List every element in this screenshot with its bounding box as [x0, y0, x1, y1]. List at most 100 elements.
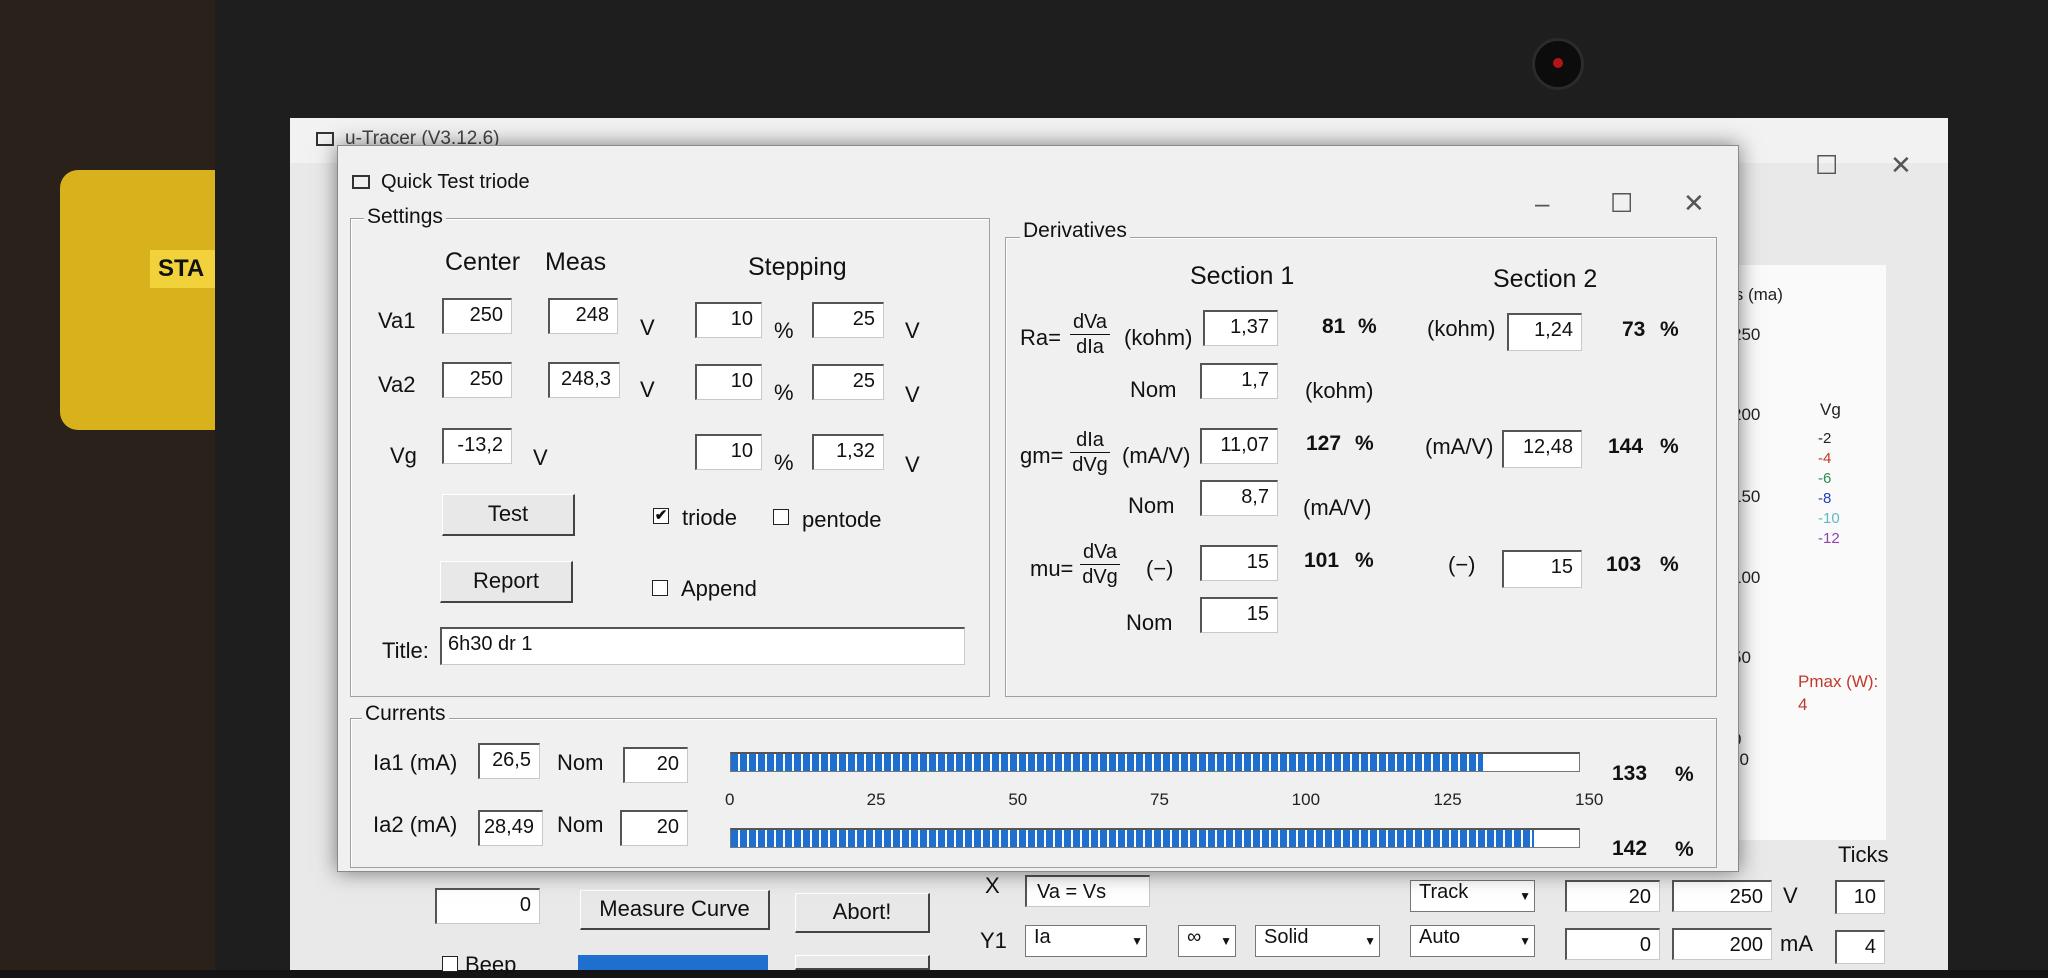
mu-formula: dVa dVg — [1080, 540, 1120, 589]
x-mode-value: Track — [1419, 881, 1469, 903]
y-mode-select[interactable]: Auto ▼ — [1410, 925, 1535, 957]
va2-meas-field: 248,3 — [548, 362, 620, 398]
y-ticks-field[interactable]: 4 — [1835, 930, 1885, 964]
va2-step-pct-field[interactable]: 10 — [695, 364, 762, 400]
gm-section2-pct: 144 — [1608, 435, 1644, 458]
graph-legend-item: -10 — [1818, 510, 1840, 527]
app-icon — [316, 132, 334, 146]
append-label: Append — [681, 576, 757, 601]
pentode-checkbox[interactable] — [773, 509, 789, 525]
chevron-down-icon: ▼ — [1364, 934, 1376, 948]
ia2-nom-field[interactable]: 20 — [620, 810, 688, 846]
vg-step-pct-field[interactable]: 10 — [695, 434, 762, 470]
ia2-value-field: 28,49 — [478, 810, 543, 846]
mu-nom-field[interactable]: 15 — [1200, 597, 1278, 633]
graph-legend-item: -8 — [1818, 490, 1832, 507]
scale-tick-label: 150 — [1575, 790, 1604, 809]
dialog-minimize-icon[interactable]: – — [1535, 188, 1549, 219]
va2-label: Va2 — [378, 372, 416, 397]
scale-tick-label: 125 — [1433, 790, 1462, 809]
secondary-button[interactable] — [795, 955, 930, 970]
center-column-header: Center — [445, 248, 521, 276]
append-checkbox[interactable] — [652, 580, 668, 596]
derivatives-group — [1005, 237, 1717, 697]
y-min-field[interactable]: 0 — [1565, 928, 1660, 960]
line-style-select[interactable]: Solid ▼ — [1255, 925, 1380, 957]
vg-label: Vg — [390, 443, 417, 468]
dialog-maximize-icon[interactable]: ☐ — [1610, 188, 1633, 219]
ia2-percent: 142 — [1612, 837, 1648, 860]
main-close-icon[interactable]: ✕ — [1890, 150, 1912, 181]
dialog-close-icon[interactable]: ✕ — [1683, 188, 1705, 219]
y1-variable-value: Ia — [1034, 926, 1051, 948]
pmax-label: Pmax (W): — [1798, 672, 1879, 691]
x-unit-label: V — [1783, 883, 1798, 908]
gm-label: gm= — [1020, 443, 1064, 468]
va1-pct-sign: % — [774, 318, 794, 343]
webcam-led — [1553, 58, 1563, 68]
main-maximize-icon[interactable]: ☐ — [1815, 150, 1838, 181]
pmax-value: 4 — [1798, 695, 1808, 714]
ra-section1-pct: 81 — [1322, 315, 1346, 338]
gm-section1-value: 11,07 — [1200, 428, 1278, 464]
x-max-field[interactable]: 250 — [1672, 880, 1772, 912]
curve-count-field[interactable]: 0 — [435, 888, 540, 924]
vg-step-value-field[interactable]: 1,32 — [812, 434, 884, 470]
abort-button[interactable]: Abort! — [795, 893, 930, 933]
va2-center-field[interactable]: 250 — [442, 362, 512, 398]
ra-label: Ra= — [1020, 325, 1061, 350]
ia1-bar — [730, 752, 1580, 772]
y1-marker-select[interactable]: ∞ ▼ — [1178, 925, 1236, 957]
ra-section2-value: 1,24 — [1507, 313, 1582, 351]
ra-section2-pct-sign: % — [1660, 318, 1679, 341]
ra-nom-field[interactable]: 1,7 — [1200, 363, 1278, 399]
va1-step-value-field[interactable]: 25 — [812, 302, 884, 338]
ra-section1-pct-sign: % — [1358, 315, 1377, 338]
report-button[interactable]: Report — [440, 561, 573, 603]
ia1-value-field: 26,5 — [478, 743, 540, 779]
y1-variable-select[interactable]: Ia ▼ — [1025, 925, 1147, 957]
ra-formula: dVa dIa — [1070, 310, 1110, 359]
ra-section2-unit: (kohm) — [1427, 316, 1496, 341]
va2-step-value-field[interactable]: 25 — [812, 364, 884, 400]
x-min-field[interactable]: 20 — [1565, 880, 1660, 912]
ra-unit: (kohm) — [1124, 325, 1193, 350]
desk-lamp — [60, 170, 230, 430]
mu-section2-pct: 103 — [1606, 553, 1642, 576]
gm-nom-field[interactable]: 8,7 — [1200, 480, 1278, 516]
ia1-nom-label: Nom — [557, 750, 604, 775]
test-button[interactable]: Test — [442, 494, 575, 536]
background-lamp — [0, 0, 230, 970]
section1-header: Section 1 — [1190, 262, 1295, 290]
y1-marker-value: ∞ — [1187, 926, 1202, 948]
x-axis-label: X — [985, 873, 1000, 898]
va1-unit: V — [640, 315, 655, 340]
title-input[interactable]: 6h30 dr 1 — [440, 627, 965, 665]
triode-checkbox[interactable]: ✔ — [653, 508, 669, 524]
mu-section2-pct-sign: % — [1660, 553, 1679, 576]
title-label: Title: — [382, 638, 429, 663]
ia1-nom-field[interactable]: 20 — [623, 747, 688, 783]
graph-legend-item: -2 — [1818, 430, 1832, 447]
gm-section2-value: 12,48 — [1502, 430, 1582, 468]
ia2-nom-label: Nom — [557, 812, 604, 837]
x-variable-field[interactable]: Va = Vs — [1025, 875, 1150, 907]
va1-step-pct-field[interactable]: 10 — [695, 302, 762, 338]
va1-meas-field: 248 — [548, 298, 618, 334]
va1-center-field[interactable]: 250 — [442, 298, 512, 334]
graph-legend-item: -6 — [1818, 470, 1832, 487]
scale-tick-label: 75 — [1150, 790, 1169, 809]
x-ticks-field[interactable]: 10 — [1835, 880, 1885, 914]
vg-center-field[interactable]: -13,2 — [442, 428, 512, 464]
scale-tick-label: 25 — [866, 790, 886, 809]
ra-denominator: dIa — [1076, 336, 1104, 358]
y-max-field[interactable]: 200 — [1672, 928, 1772, 960]
pentode-label: pentode — [802, 507, 882, 532]
x-mode-select[interactable]: Track ▼ — [1410, 880, 1535, 912]
measure-curve-button[interactable]: Measure Curve — [580, 890, 770, 930]
scale-tick-label: 50 — [1008, 790, 1028, 809]
ia1-percent: 133 — [1612, 762, 1648, 785]
vg-unit: V — [533, 445, 548, 470]
mu-section2-value: 15 — [1502, 550, 1582, 588]
graph-legend-title: Vg — [1820, 400, 1841, 419]
